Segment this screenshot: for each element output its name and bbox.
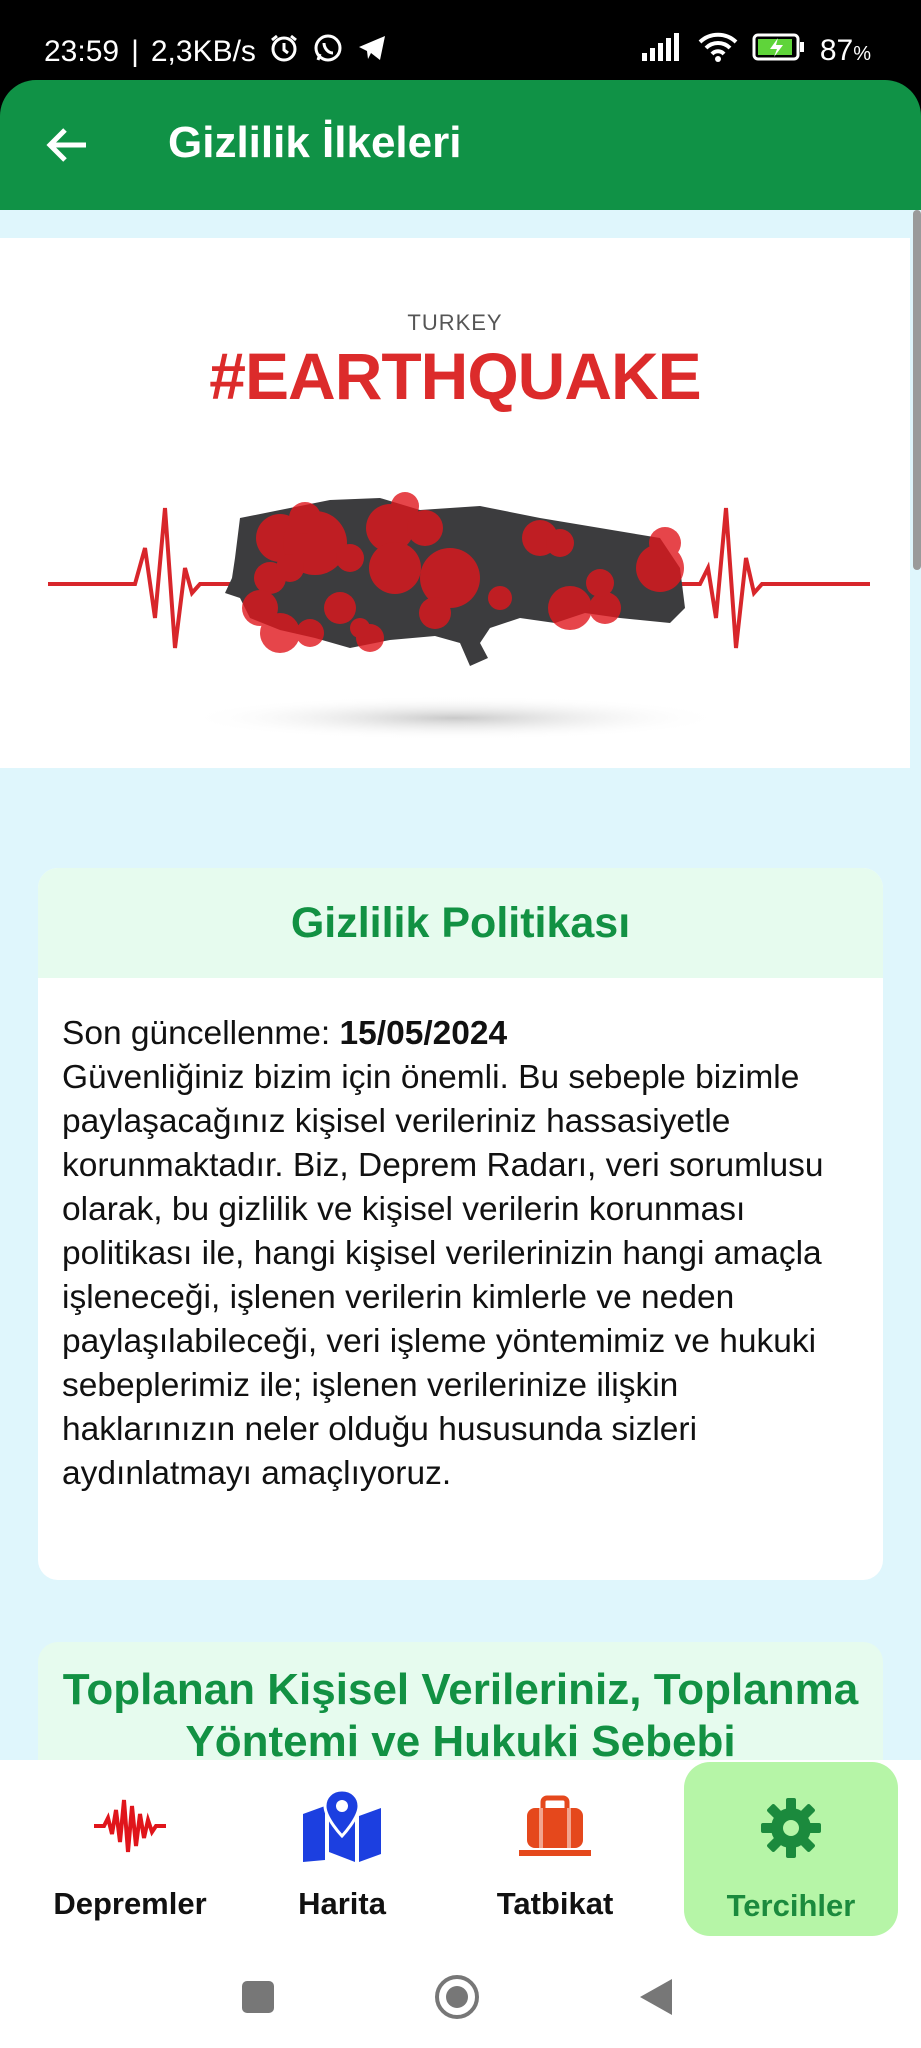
home-icon <box>435 1975 479 2019</box>
nav-label-tercihler: Tercihler <box>726 1888 856 1923</box>
back-system-button[interactable] <box>630 1972 680 2022</box>
banner-small-text: TURKEY <box>407 310 503 335</box>
briefcase-icon <box>519 1786 591 1866</box>
updated-date: 15/05/2024 <box>339 1015 508 1052</box>
nav-item-harita[interactable]: Harita <box>252 1760 432 1935</box>
nav-label-harita: Harita <box>298 1886 386 1921</box>
status-right: 87% <box>641 32 871 70</box>
section-card: Toplanan Kişisel Verileriniz, Toplanma Y… <box>38 1642 883 1760</box>
nav-label-tatbikat: Tatbikat <box>496 1886 614 1921</box>
wifi-icon <box>698 32 738 70</box>
section-title: Toplanan Kişisel Verileriniz, Toplanma Y… <box>62 1665 859 1760</box>
turkey-map-illustration <box>48 492 870 740</box>
policy-title: Gizlilik Politikası <box>290 898 631 947</box>
status-time: 23:59 <box>44 35 120 68</box>
updated-label: Son güncellenme: <box>62 1015 331 1052</box>
policy-body: Son güncellenme: 15/05/2024 Güvenliğiniz… <box>38 978 883 1496</box>
telegram-icon <box>356 32 388 72</box>
system-navigation <box>0 1950 921 2048</box>
bottom-navigation: Depremler Harita Tatbikat Tercihler <box>0 1760 921 1950</box>
banner-headline: #EARTHQUAKE <box>209 339 701 413</box>
battery-percent: 87% <box>819 34 871 67</box>
scrollbar[interactable] <box>913 210 921 570</box>
nav-item-tatbikat[interactable]: Tatbikat <box>455 1760 655 1935</box>
recent-apps-button[interactable] <box>233 1972 283 2022</box>
policy-paragraph: Güvenliğiniz bizim için önemli. Bu sebep… <box>62 1059 824 1492</box>
battery-icon <box>752 33 806 69</box>
policy-card-header: Gizlilik Politikası <box>38 868 883 978</box>
alarm-icon <box>268 32 300 72</box>
nav-label-depremler: Depremler <box>53 1886 207 1921</box>
scroll-content[interactable]: TURKEY #EARTHQUAKE Gizlilik Politikası S… <box>0 210 921 1760</box>
recent-apps-icon <box>242 1981 274 2013</box>
seismograph-icon <box>94 1786 166 1866</box>
nav-item-depremler[interactable]: Depremler <box>30 1760 230 1935</box>
signal-icon <box>641 33 684 69</box>
status-left: 23:59 | 2,3KB/s <box>44 32 388 72</box>
home-button[interactable] <box>432 1972 482 2022</box>
status-speed: 2,3KB/s <box>150 35 256 68</box>
nav-item-tercihler[interactable]: Tercihler <box>684 1762 898 1936</box>
back-button[interactable] <box>42 120 92 170</box>
page-title: Gizlilik İlkeleri <box>168 118 462 167</box>
earthquake-banner: TURKEY #EARTHQUAKE <box>0 238 910 768</box>
app-bar: Gizlilik İlkeleri <box>0 80 921 210</box>
map-pin-icon <box>301 1786 383 1866</box>
policy-card: Gizlilik Politikası Son güncellenme: 15/… <box>38 868 883 1580</box>
arrow-left-icon <box>46 128 86 162</box>
gear-icon <box>759 1788 823 1868</box>
back-icon <box>640 1979 672 2015</box>
status-separator: | <box>131 35 139 68</box>
whatsapp-icon <box>312 32 344 72</box>
